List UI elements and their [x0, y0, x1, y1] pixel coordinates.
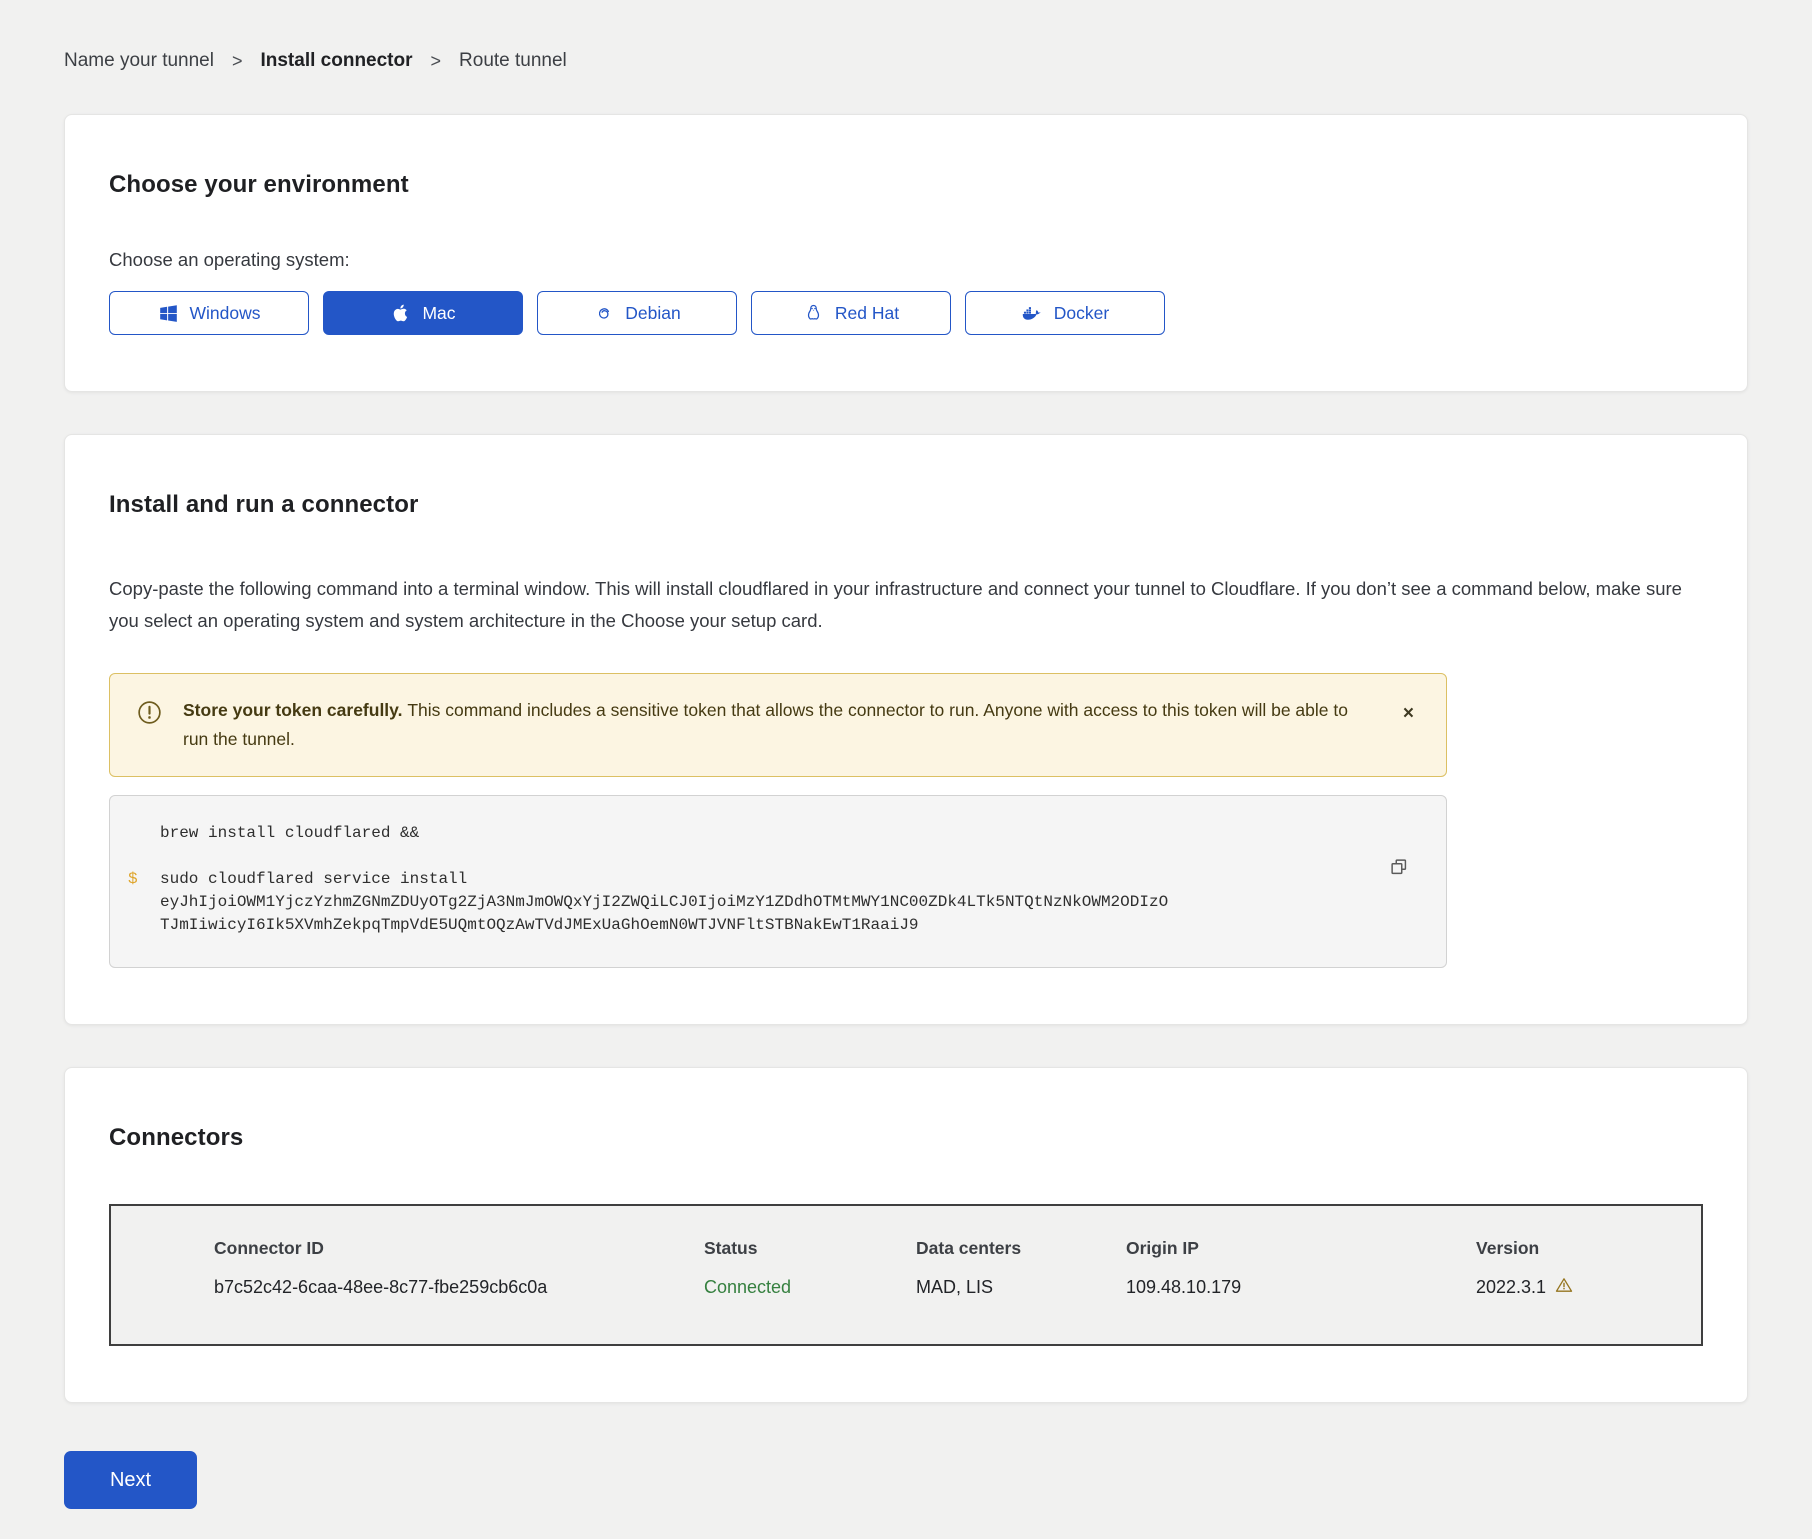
next-button[interactable]: Next [64, 1451, 197, 1509]
breadcrumb-separator: > [431, 51, 442, 72]
os-button-docker[interactable]: Docker [965, 291, 1165, 335]
os-button-label: Red Hat [835, 303, 899, 324]
column-header-origin-ip: Origin IP [1126, 1238, 1476, 1259]
connectors-table: Connector ID Status Data centers Origin … [109, 1204, 1703, 1346]
code-token-line-1: eyJhIjoiOWM1YjczYzhmZGNmZDUyOTg2ZjA3NmJm… [160, 891, 1168, 914]
status-badge: Connected [704, 1277, 916, 1298]
os-button-label: Docker [1054, 303, 1109, 324]
code-line-brew: brew install cloudflared && [128, 822, 1386, 845]
breadcrumb-step-route-tunnel: Route tunnel [459, 50, 567, 72]
choose-environment-card: Choose your environment Choose an operat… [64, 114, 1748, 392]
table-header-row: Connector ID Status Data centers Origin … [214, 1238, 1701, 1259]
code-line-sudo: sudo cloudflared service install [160, 868, 1168, 891]
os-button-label: Mac [422, 303, 455, 324]
os-button-mac[interactable]: Mac [323, 291, 523, 335]
shell-prompt: $ [128, 868, 160, 937]
docker-whale-icon [1021, 302, 1043, 324]
column-header-connector-id: Connector ID [214, 1238, 704, 1259]
code-token-line-2: TJmIiwicyI6Ik5XVmhZekpqTmpVdE5UQmtOQzAwT… [160, 914, 1168, 937]
os-button-label: Windows [190, 303, 261, 324]
apple-logo-icon [390, 303, 411, 324]
debian-swirl-icon [593, 303, 614, 324]
install-description: Copy-paste the following command into a … [109, 573, 1703, 637]
os-button-group: Windows Mac Debian [109, 291, 1703, 335]
column-header-version: Version [1476, 1238, 1701, 1259]
connectors-card-title: Connectors [109, 1124, 1703, 1152]
os-button-label: Debian [625, 303, 680, 324]
version-value: 2022.3.1 [1476, 1277, 1546, 1298]
code-command-row: $ sudo cloudflared service install eyJhI… [128, 868, 1386, 937]
os-button-redhat[interactable]: Red Hat [751, 291, 951, 335]
install-command-code-block: brew install cloudflared && $ sudo cloud… [109, 795, 1447, 968]
token-warning-banner: Store your token carefully. This command… [109, 673, 1447, 777]
banner-close-icon[interactable]: × [1397, 696, 1420, 731]
table-row: b7c52c42-6caa-48ee-8c77-fbe259cb6c0a Con… [214, 1275, 1701, 1300]
cell-data-centers: MAD, LIS [916, 1277, 1126, 1298]
cell-connector-id: b7c52c42-6caa-48ee-8c77-fbe259cb6c0a [214, 1277, 704, 1298]
os-prompt-label: Choose an operating system: [109, 249, 1703, 271]
warning-triangle-icon [1554, 1275, 1574, 1300]
breadcrumb-separator: > [232, 51, 243, 72]
windows-logo-icon [158, 303, 179, 324]
redhat-penguin-icon [803, 303, 824, 324]
cell-version: 2022.3.1 [1476, 1275, 1701, 1300]
warning-banner-title: Store your token carefully. [183, 700, 407, 720]
tunnel-setup-page: Name your tunnel > Install connector > R… [0, 0, 1812, 1539]
column-header-data-centers: Data centers [916, 1238, 1126, 1259]
breadcrumb-step-install-connector: Install connector [260, 50, 412, 72]
os-button-windows[interactable]: Windows [109, 291, 309, 335]
warning-banner-text: Store your token carefully. This command… [183, 696, 1363, 754]
os-button-debian[interactable]: Debian [537, 291, 737, 335]
alert-circle-icon [136, 696, 163, 731]
code-command-text: sudo cloudflared service install eyJhIjo… [160, 868, 1168, 937]
column-header-status: Status [704, 1238, 916, 1259]
install-connector-card: Install and run a connector Copy-paste t… [64, 434, 1748, 1025]
breadcrumb-step-name-your-tunnel[interactable]: Name your tunnel [64, 50, 214, 72]
breadcrumb: Name your tunnel > Install connector > R… [64, 0, 1748, 72]
cell-origin-ip: 109.48.10.179 [1126, 1277, 1476, 1298]
environment-card-title: Choose your environment [109, 171, 1703, 199]
install-card-title: Install and run a connector [109, 491, 1703, 519]
connectors-card: Connectors Connector ID Status Data cent… [64, 1067, 1748, 1403]
copy-icon[interactable] [1386, 854, 1412, 883]
